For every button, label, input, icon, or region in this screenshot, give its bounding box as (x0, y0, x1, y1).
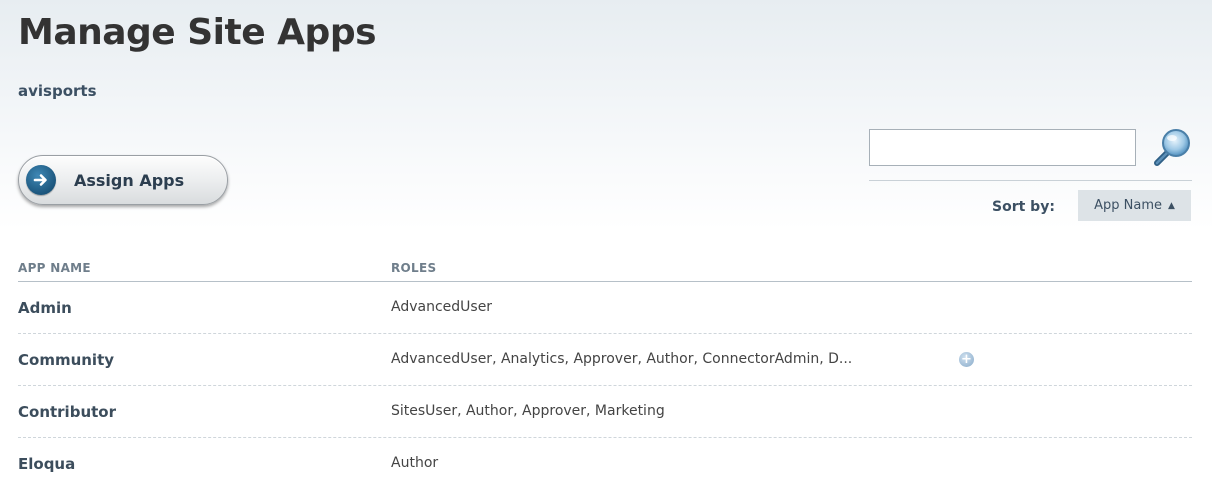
table-header: APP NAME ROLES (18, 255, 1192, 282)
search-input[interactable] (869, 129, 1136, 166)
assign-apps-button[interactable]: Assign Apps (18, 155, 228, 205)
search-divider (869, 180, 1192, 181)
arrow-right-circle-icon (26, 165, 56, 195)
app-name-link[interactable]: Community (18, 351, 114, 369)
site-name: avisports (18, 82, 97, 100)
app-roles: AdvancedUser, Analytics, Approver, Autho… (391, 351, 853, 367)
app-roles: AdvancedUser (391, 299, 493, 315)
app-name-link[interactable]: Contributor (18, 403, 116, 421)
app-name-link[interactable]: Admin (18, 299, 72, 317)
sort-selected-label: App Name (1094, 198, 1162, 213)
apps-table: APP NAME ROLES Admin AdvancedUser Commun… (18, 255, 1192, 490)
sort-app-name-button[interactable]: App Name ▲ (1078, 190, 1191, 221)
more-roles-plus-icon[interactable]: + (959, 352, 974, 367)
app-name-link[interactable]: Eloqua (18, 455, 75, 473)
assign-apps-label: Assign Apps (74, 170, 185, 190)
app-roles: SitesUser, Author, Approver, Marketing (391, 403, 665, 419)
sort-label: Sort by: (992, 199, 1055, 215)
table-row: Contributor SitesUser, Author, Approver,… (18, 386, 1192, 438)
column-header-app-name: APP NAME (18, 261, 91, 275)
caret-up-icon: ▲ (1167, 200, 1175, 211)
magnifier-icon[interactable] (1148, 126, 1194, 168)
table-row: Eloqua Author (18, 438, 1192, 490)
page-title: Manage Site Apps (18, 12, 377, 53)
table-row: Admin AdvancedUser (18, 282, 1192, 334)
column-header-roles: ROLES (391, 261, 437, 275)
table-row: Community AdvancedUser, Analytics, Appro… (18, 334, 1192, 386)
app-roles: Author (391, 455, 439, 471)
